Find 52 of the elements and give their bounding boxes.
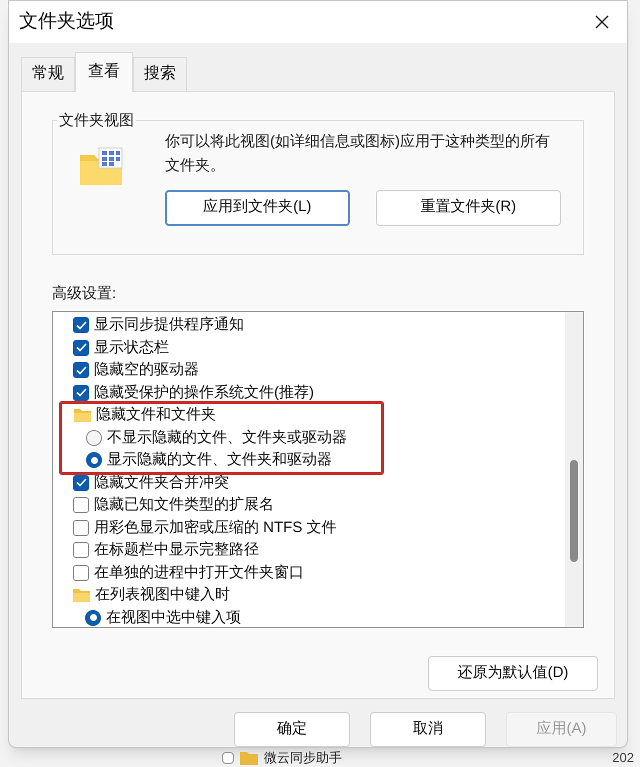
checkbox[interactable]	[73, 317, 89, 334]
setting-label: 用彩色显示加密或压缩的 NTFS 文件	[94, 518, 336, 538]
checkbox[interactable]	[222, 752, 234, 764]
setting-label: 在单独的进程中打开文件夹窗口	[94, 562, 304, 583]
setting-label: 显示同步提供程序通知	[94, 315, 244, 336]
description-text: 你可以将此视图(如详细信息或图标)应用于这种类型的所有文件夹。	[165, 132, 551, 176]
dialog-button[interactable]: 取消	[370, 712, 486, 747]
folder-view-icon	[79, 146, 123, 187]
close-icon	[595, 14, 609, 29]
checkmark-icon	[76, 320, 86, 330]
setting-label: 显示状态栏	[94, 338, 169, 358]
setting-label: 显示隐藏的文件、文件夹和驱动器	[107, 450, 332, 470]
scrollbar-thumb[interactable]	[570, 460, 578, 562]
setting-label: 隐藏已知文件类型的扩展名	[94, 495, 274, 516]
window-title: 文件夹选项	[19, 10, 114, 34]
setting-label: 在列表视图中键入时	[95, 585, 230, 606]
tab[interactable]: 常规	[21, 56, 75, 91]
tab[interactable]: 搜索	[133, 56, 187, 91]
restore-defaults-button[interactable]: 还原为默认值(D)	[428, 656, 598, 692]
checkbox[interactable]	[73, 520, 89, 536]
radio-button[interactable]	[85, 610, 101, 626]
setting-label: 不显示隐藏的文件、文件夹或驱动器	[107, 428, 347, 448]
radio-button[interactable]	[86, 452, 102, 468]
section-label: 高级设置:	[52, 284, 118, 304]
folder-view-button[interactable]: 重置文件夹(R)	[376, 190, 561, 226]
checkmark-icon	[76, 343, 86, 352]
setting-label: 隐藏受保护的操作系统文件(推荐)	[94, 382, 314, 403]
checkmark-icon	[76, 388, 86, 398]
checkmark-icon	[76, 366, 86, 375]
radio-button[interactable]	[86, 430, 102, 446]
checkbox[interactable]	[73, 542, 89, 558]
scrollbar[interactable]	[565, 312, 583, 628]
checkbox[interactable]	[73, 564, 89, 581]
checkbox[interactable]	[73, 497, 89, 514]
dialog-button[interactable]: 确定	[234, 712, 350, 747]
folder-view-button[interactable]: 应用到文件夹(L)	[165, 190, 350, 226]
folder-icon	[73, 588, 90, 602]
folder-icon	[240, 750, 258, 764]
checkbox[interactable]	[73, 362, 89, 378]
file-name: 微云同步助手	[264, 751, 342, 764]
folder-icon	[74, 408, 91, 422]
checkbox[interactable]	[73, 384, 89, 401]
file-date: 202	[612, 751, 634, 764]
setting-label: 在标题栏中显示完整路径	[94, 540, 259, 560]
checkbox[interactable]	[73, 340, 89, 356]
setting-label: 隐藏文件夹合并冲突	[94, 472, 229, 493]
checkmark-icon	[76, 478, 86, 488]
setting-label: 在视图中选中键入项	[106, 608, 241, 628]
checkbox[interactable]	[73, 474, 89, 491]
setting-label: 隐藏空的驱动器	[94, 360, 199, 380]
setting-label: 隐藏文件和文件夹	[96, 405, 216, 426]
tab[interactable]: 查看	[75, 52, 133, 92]
